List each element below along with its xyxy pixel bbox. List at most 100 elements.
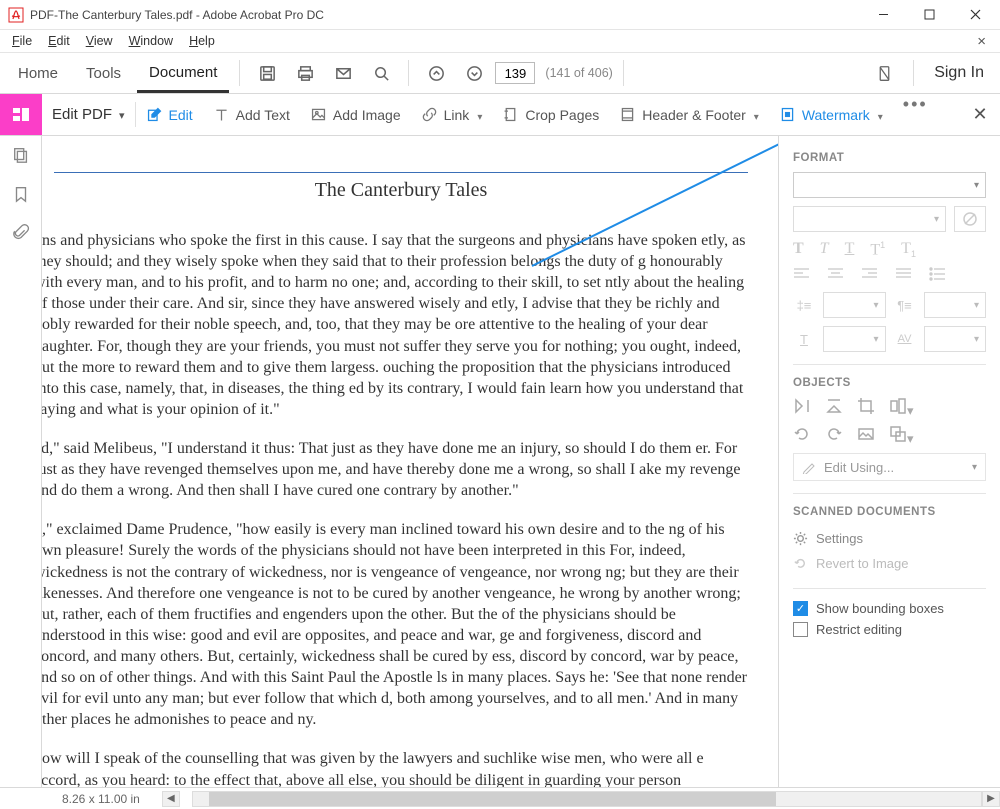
minimize-button[interactable]: [860, 0, 906, 30]
edit-pdf-dropdown[interactable]: Edit PDF: [42, 94, 135, 135]
line-spacing-combo[interactable]: [823, 292, 886, 318]
add-text-button[interactable]: Add Text: [203, 94, 300, 135]
horizontal-scrollbar[interactable]: [192, 791, 982, 807]
edit-pdf-label: Edit PDF: [52, 106, 112, 123]
scanned-documents-header: SCANNED DOCUMENTS: [793, 506, 986, 518]
pdf-page[interactable]: The Canterbury Tales ons and physicians …: [42, 136, 778, 787]
header-footer-label: Header & Footer: [642, 107, 746, 123]
page-dimensions: 8.26 x 11.00 in: [52, 792, 150, 806]
superscript-icon[interactable]: T1: [870, 240, 885, 259]
menu-edit[interactable]: Edit: [42, 32, 76, 50]
watermark-label: Watermark: [802, 107, 870, 123]
align-left-icon[interactable]: [793, 267, 811, 284]
flip-vertical-icon[interactable]: [793, 397, 811, 419]
page-up-icon[interactable]: [419, 56, 453, 90]
paragraph-spacing-icon: ¶≡: [894, 292, 916, 318]
hscroll-left-button[interactable]: ◀: [162, 791, 180, 807]
tab-home[interactable]: Home: [6, 55, 70, 91]
add-image-label: Add Image: [333, 107, 401, 123]
show-bounding-boxes-checkbox[interactable]: ✓ Show bounding boxes: [793, 601, 986, 616]
align-right-icon[interactable]: [861, 267, 879, 284]
font-family-combo[interactable]: [793, 172, 986, 198]
maximize-button[interactable]: [906, 0, 952, 30]
menu-window[interactable]: Window: [123, 32, 179, 50]
restrict-editing-checkbox[interactable]: Restrict editing: [793, 622, 986, 637]
line-spacing-icon: ‡≡: [793, 292, 815, 318]
sign-in-button[interactable]: Sign In: [924, 64, 994, 82]
arrange-icon[interactable]: ▾: [889, 425, 914, 447]
rotate-ccw-icon[interactable]: [793, 425, 811, 447]
header-footer-button[interactable]: Header & Footer: [609, 94, 769, 135]
color-picker[interactable]: [954, 206, 986, 232]
char-spacing-combo[interactable]: [924, 326, 987, 352]
page-down-icon[interactable]: [457, 56, 491, 90]
format-header: FORMAT: [793, 152, 986, 164]
menu-bar: File Edit View Window Help ×: [0, 30, 1000, 52]
status-bar: 8.26 x 11.00 in ◀ ▶: [0, 787, 1000, 809]
edit-using-dropdown[interactable]: Edit Using...: [793, 453, 986, 481]
left-nav-sidebar: [0, 136, 42, 787]
menu-close-doc[interactable]: ×: [969, 33, 994, 50]
title-bar: PDF-The Canterbury Tales.pdf - Adobe Acr…: [0, 0, 1000, 30]
search-icon[interactable]: [364, 56, 398, 90]
bold-icon[interactable]: T: [793, 240, 804, 259]
paragraph[interactable]: o," exclaimed Dame Prudence, "how easily…: [42, 519, 748, 730]
align-center-icon[interactable]: [827, 267, 845, 284]
window-title: PDF-The Canterbury Tales.pdf - Adobe Acr…: [30, 8, 324, 22]
settings-link[interactable]: Settings: [793, 526, 986, 551]
add-text-label: Add Text: [236, 107, 290, 123]
show-bb-label: Show bounding boxes: [816, 601, 944, 616]
font-size-combo[interactable]: [793, 206, 946, 232]
link-button[interactable]: Link: [411, 94, 493, 135]
objects-header: OBJECTS: [793, 377, 986, 389]
tab-document[interactable]: Document: [137, 54, 229, 93]
add-image-button[interactable]: Add Image: [300, 94, 411, 135]
link-label: Link: [444, 107, 470, 123]
font-style-row: T T T T1 T1: [793, 240, 986, 259]
page-number-input[interactable]: [495, 62, 535, 84]
attachments-icon[interactable]: [12, 224, 30, 245]
menu-file[interactable]: File: [6, 32, 38, 50]
crop-pages-label: Crop Pages: [525, 107, 599, 123]
document-scroll[interactable]: The Canterbury Tales ons and physicians …: [42, 136, 778, 787]
subscript-icon[interactable]: T1: [901, 240, 916, 259]
edit-pdf-tool-icon[interactable]: [0, 94, 42, 135]
edit-label: Edit: [169, 107, 193, 123]
rotate-cw-icon[interactable]: [825, 425, 843, 447]
bookmarks-icon[interactable]: [12, 185, 30, 206]
align-objects-icon[interactable]: ▾: [889, 397, 914, 419]
paragraph[interactable]: now will I speak of the counselling that…: [42, 748, 748, 787]
watermark-button[interactable]: Watermark: [769, 94, 893, 135]
more-tools-icon[interactable]: •••: [893, 94, 938, 135]
paragraph[interactable]: ons and physicians who spoke the first i…: [42, 230, 748, 420]
underline-icon[interactable]: T: [845, 240, 855, 259]
italic-icon[interactable]: T: [820, 240, 829, 259]
close-tools-button[interactable]: ✕: [960, 94, 1000, 135]
crop-pages-button[interactable]: Crop Pages: [492, 94, 609, 135]
mail-icon[interactable]: [326, 56, 360, 90]
horizontal-scale-combo[interactable]: [823, 326, 886, 352]
edit-button[interactable]: Edit: [136, 94, 203, 135]
settings-label: Settings: [816, 531, 863, 546]
menu-help[interactable]: Help: [183, 32, 221, 50]
save-icon[interactable]: [250, 56, 284, 90]
paragraph-spacing-combo[interactable]: [924, 292, 987, 318]
flip-horizontal-icon[interactable]: [825, 397, 843, 419]
align-justify-icon[interactable]: [895, 267, 913, 284]
paragraph[interactable]: ed," said Melibeus, "I understand it thu…: [42, 438, 748, 501]
hscroll-right-button[interactable]: ▶: [982, 791, 1000, 807]
replace-image-icon[interactable]: [857, 425, 875, 447]
revert-image-link[interactable]: Revert to Image: [793, 551, 986, 576]
crop-icon[interactable]: [857, 397, 875, 419]
char-spacing-icon: AV: [894, 326, 916, 352]
right-panel: FORMAT T T T T1 T1 ‡≡ ¶≡ T: [778, 136, 1000, 787]
print-icon[interactable]: [288, 56, 322, 90]
mobile-link-icon[interactable]: [869, 58, 899, 88]
close-button[interactable]: [952, 0, 998, 30]
thumbnails-icon[interactable]: [12, 146, 30, 167]
edit-pdf-toolbar: Edit PDF Edit Add Text Add Image Link Cr…: [0, 94, 1000, 136]
menu-view[interactable]: View: [80, 32, 119, 50]
tab-row: Home Tools Document (141 of 406) Sign In: [0, 52, 1000, 94]
tab-tools[interactable]: Tools: [74, 55, 133, 91]
bullet-list-icon[interactable]: [929, 267, 947, 284]
